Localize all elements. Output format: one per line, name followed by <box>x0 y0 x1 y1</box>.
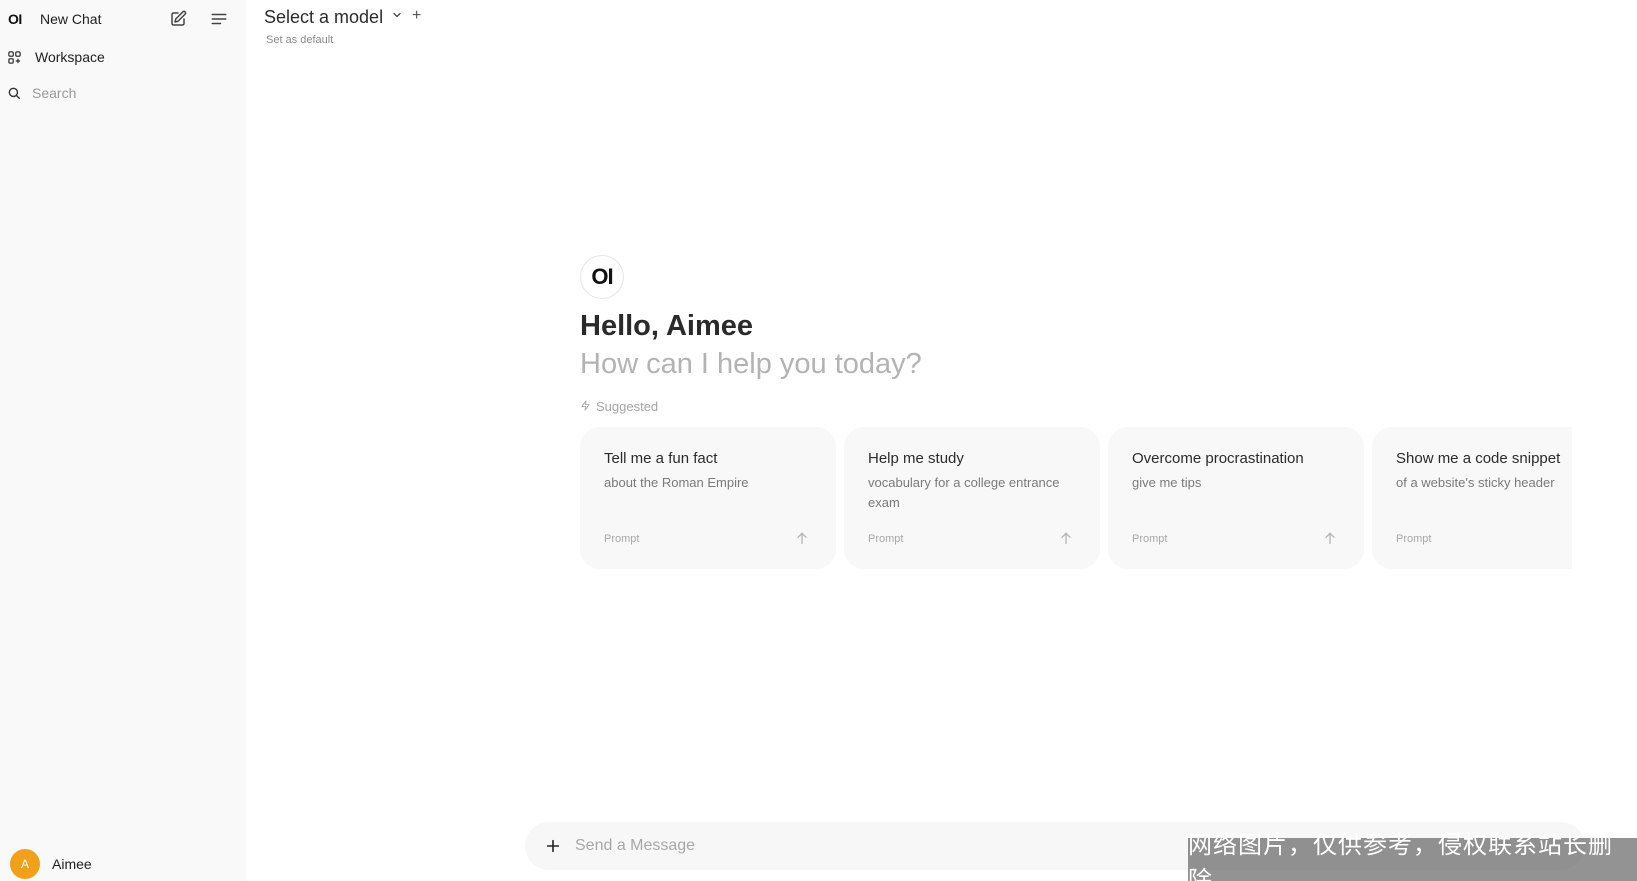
suggested-heading: Suggested <box>580 399 658 414</box>
suggestion-subtitle: give me tips <box>1132 475 1202 490</box>
search-input[interactable]: Search <box>32 85 76 101</box>
suggestion-footer: Prompt <box>1396 533 1432 545</box>
watermark-overlay: 网络图片，仅供参考，侵权联系站长删除 <box>1188 831 1637 881</box>
new-chat-label[interactable]: New Chat <box>40 11 101 27</box>
watermark-text: 网络图片，仅供参考，侵权联系站长删除 <box>1188 830 1613 881</box>
app-window: OI New Chat Workspace Search A Aimee Sel… <box>0 0 1637 881</box>
model-selector-label: Select a model <box>264 6 384 27</box>
model-logo: OI <box>580 255 624 299</box>
user-name[interactable]: Aimee <box>52 856 92 872</box>
plus-icon[interactable] <box>541 834 565 858</box>
suggestion-title: Tell me a fun fact <box>604 450 718 467</box>
greeting-title: Hello, Aimee <box>580 310 753 342</box>
new-chat-edit-icon[interactable] <box>166 7 190 31</box>
workspace-label: Workspace <box>35 49 105 65</box>
arrow-up-icon[interactable] <box>1058 530 1074 546</box>
suggestion-title: Show me a code snippet <box>1396 450 1561 467</box>
avatar[interactable]: A <box>10 849 40 879</box>
suggestion-list: Tell me a fun fact about the Roman Empir… <box>580 425 1572 571</box>
suggestion-footer: Prompt <box>604 533 640 545</box>
suggestion-subtitle: of a website's sticky header <box>1396 475 1555 490</box>
arrow-up-icon[interactable] <box>1322 530 1338 546</box>
suggestion-title: Overcome procrastination <box>1132 450 1304 467</box>
suggestion-footer: Prompt <box>1132 533 1168 545</box>
suggested-label: Suggested <box>596 399 659 414</box>
chevron-down-icon <box>391 8 403 26</box>
sidebar-item-workspace[interactable]: Workspace <box>0 40 246 74</box>
set-default-link[interactable]: Set as default <box>266 34 333 46</box>
suggestion-footer: Prompt <box>868 533 904 545</box>
suggestion-card[interactable]: Tell me a fun fact about the Roman Empir… <box>580 427 836 569</box>
suggestion-card[interactable]: Show me a code snippet of a website's st… <box>1372 427 1572 569</box>
suggestion-title: Help me study <box>868 450 964 467</box>
greeting-subtitle: How can I help you today? <box>580 348 922 380</box>
suggestion-card[interactable]: Help me study vocabulary for a college e… <box>844 427 1100 569</box>
model-selector[interactable]: Select a model <box>264 5 403 29</box>
bolt-icon <box>580 399 591 414</box>
sidebar-search[interactable]: Search <box>0 76 246 110</box>
suggestion-subtitle: vocabulary for a college entrance exam <box>868 475 1060 510</box>
search-icon <box>7 86 21 105</box>
sidebar: OI New Chat Workspace Search A Aimee <box>0 0 246 881</box>
suggestion-subtitle: about the Roman Empire <box>604 475 749 490</box>
add-model-button[interactable]: + <box>412 7 421 25</box>
suggestion-card[interactable]: Overcome procrastination give me tips Pr… <box>1108 427 1364 569</box>
sidebar-menu-icon[interactable] <box>207 7 231 31</box>
workspace-grid-icon <box>7 50 22 70</box>
arrow-up-icon[interactable] <box>794 530 810 546</box>
